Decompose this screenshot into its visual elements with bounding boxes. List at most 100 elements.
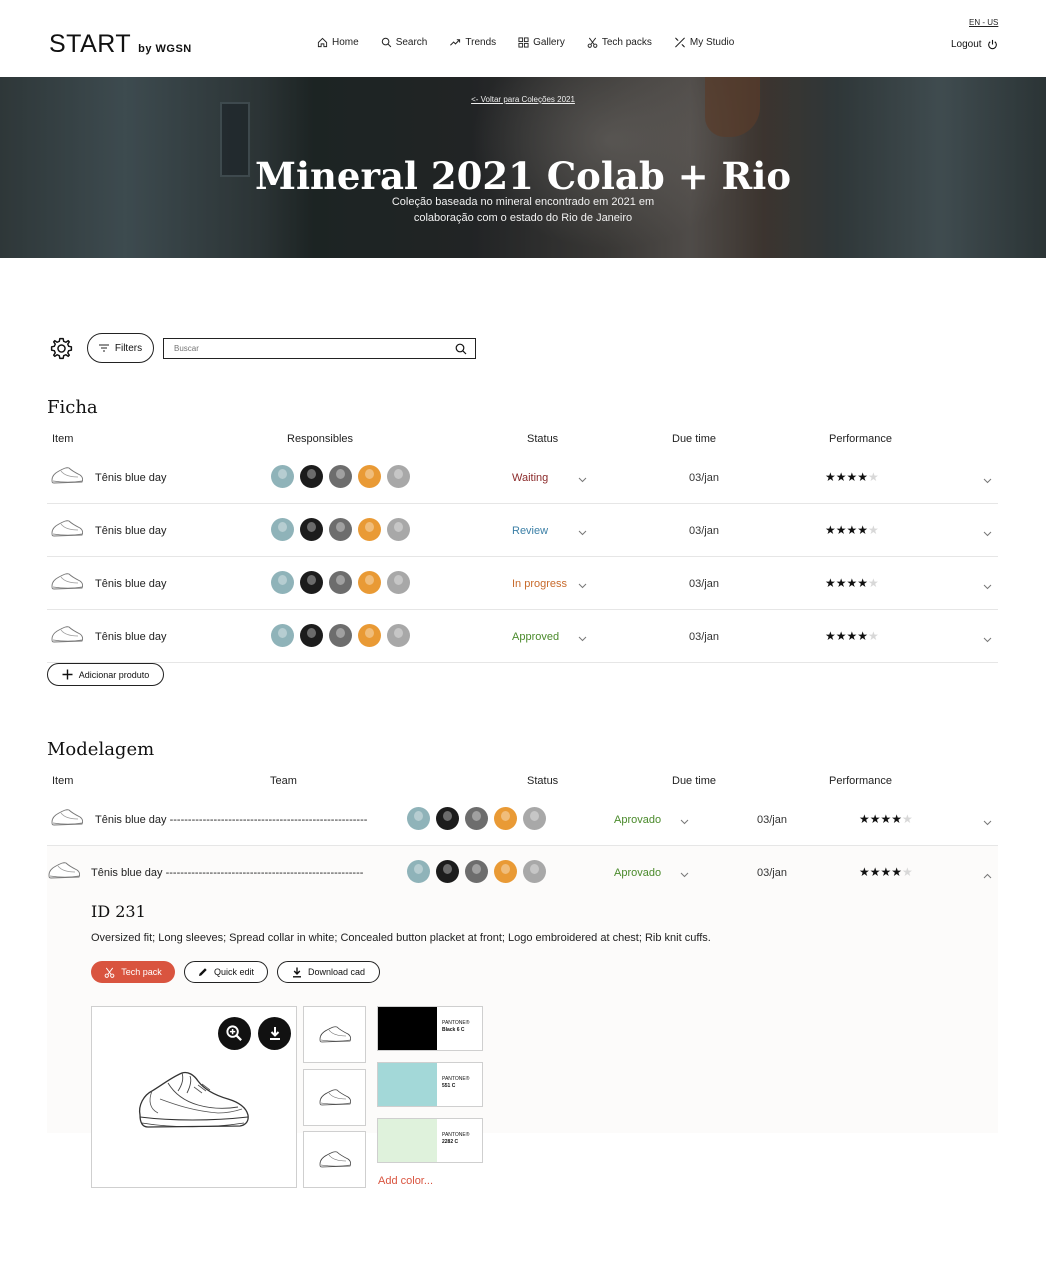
performance-rating[interactable]: ★★★★★	[825, 523, 879, 537]
avatar[interactable]	[329, 571, 352, 594]
zoom-in-button[interactable]	[218, 1017, 251, 1050]
avatar[interactable]	[271, 624, 294, 647]
avatar[interactable]	[358, 518, 381, 541]
avatar[interactable]	[358, 571, 381, 594]
status-dropdown[interactable]	[578, 470, 587, 488]
performance-rating[interactable]: ★★★★★	[859, 865, 913, 879]
tech-pack-button[interactable]: Tech pack	[91, 961, 175, 983]
add-product-button[interactable]: Adicionar produto	[47, 663, 164, 686]
assignee-avatars	[271, 624, 410, 647]
avatar[interactable]	[271, 518, 294, 541]
table-row[interactable]: Tênis blue day Approved 03/jan ★★★★★	[47, 610, 998, 663]
avatar[interactable]	[436, 807, 459, 830]
avatar[interactable]	[358, 624, 381, 647]
product-thumbnail-3[interactable]	[303, 1131, 366, 1188]
avatar[interactable]	[523, 860, 546, 883]
chevron-up-icon[interactable]	[983, 873, 992, 879]
status-dropdown[interactable]	[680, 865, 689, 883]
nav-tech-packs[interactable]: Tech packs	[587, 37, 652, 48]
avatar[interactable]	[387, 518, 410, 541]
avatar[interactable]	[271, 571, 294, 594]
download-cad-button[interactable]: Download cad	[277, 961, 380, 983]
chevron-down-icon[interactable]	[983, 820, 992, 826]
chevron-down-icon[interactable]	[578, 477, 587, 483]
table-row[interactable]: Tênis blue day -------------------------…	[47, 846, 998, 899]
avatar[interactable]	[329, 465, 352, 488]
nav-search[interactable]: Search	[381, 37, 427, 48]
chevron-down-icon[interactable]	[578, 636, 587, 642]
performance-rating[interactable]: ★★★★★	[859, 812, 913, 826]
chevron-down-icon[interactable]	[983, 584, 992, 590]
expand-row-toggle[interactable]	[983, 577, 992, 595]
nav-home[interactable]: Home	[317, 37, 359, 48]
avatar[interactable]	[300, 465, 323, 488]
performance-rating[interactable]: ★★★★★	[825, 470, 879, 484]
nav-my-studio[interactable]: My Studio	[674, 37, 734, 48]
brand-logo[interactable]: START by WGSN	[49, 30, 192, 59]
avatar[interactable]	[329, 518, 352, 541]
expand-row-toggle[interactable]	[983, 471, 992, 489]
color-swatch[interactable]: PANTONE® 2282 C	[377, 1118, 483, 1163]
logout-button[interactable]: Logout	[951, 39, 998, 50]
avatar[interactable]	[271, 465, 294, 488]
chevron-down-icon[interactable]	[578, 583, 587, 589]
chevron-down-icon[interactable]	[680, 819, 689, 825]
chevron-down-icon[interactable]	[983, 531, 992, 537]
avatar[interactable]	[358, 465, 381, 488]
status-dropdown[interactable]	[578, 629, 587, 647]
table-row[interactable]: Tênis blue day -------------------------…	[47, 793, 998, 846]
search-input[interactable]	[174, 344, 455, 353]
product-thumbnail-2[interactable]	[303, 1069, 366, 1126]
add-product-label: Adicionar produto	[78, 669, 150, 680]
avatar[interactable]	[436, 860, 459, 883]
add-color-link[interactable]: Add color...	[378, 1175, 433, 1187]
chevron-down-icon[interactable]	[983, 478, 992, 484]
avatar[interactable]	[465, 860, 488, 883]
color-swatch[interactable]: PANTONE® Black 6 C	[377, 1006, 483, 1051]
avatar[interactable]	[387, 465, 410, 488]
chevron-down-icon[interactable]	[578, 530, 587, 536]
language-selector[interactable]: EN - US	[969, 18, 998, 27]
avatar[interactable]	[465, 807, 488, 830]
avatar[interactable]	[494, 860, 517, 883]
color-swatch[interactable]: PANTONE® 551 C	[377, 1062, 483, 1107]
table-row[interactable]: Tênis blue day Waiting 03/jan ★★★★★	[47, 451, 998, 504]
status-dropdown[interactable]	[578, 523, 587, 541]
avatar[interactable]	[300, 624, 323, 647]
avatar[interactable]	[407, 807, 430, 830]
status-dropdown[interactable]	[578, 576, 587, 594]
avatar[interactable]	[387, 571, 410, 594]
expand-row-toggle[interactable]	[983, 813, 992, 831]
avatar[interactable]	[329, 624, 352, 647]
chevron-down-icon[interactable]	[983, 637, 992, 643]
quick-edit-button[interactable]: Quick edit	[184, 961, 268, 983]
nav-gallery[interactable]: Gallery	[518, 37, 565, 48]
search-icon[interactable]	[455, 343, 467, 355]
nav-trends[interactable]: Trends	[449, 37, 496, 48]
product-thumbnail-1[interactable]	[303, 1006, 366, 1063]
top-navigation-bar: START by WGSN Home Search Trends Gallery…	[0, 0, 1046, 77]
performance-rating[interactable]: ★★★★★	[825, 629, 879, 643]
table-row[interactable]: Tênis blue day In progress 03/jan ★★★★★	[47, 557, 998, 610]
download-icon	[292, 967, 301, 977]
table-row[interactable]: Tênis blue day Review 03/jan ★★★★★	[47, 504, 998, 557]
chevron-down-icon[interactable]	[680, 872, 689, 878]
expand-row-toggle[interactable]	[983, 524, 992, 542]
back-to-collections-link[interactable]: <- Voltar para Coleções 2021	[0, 95, 1046, 104]
avatar[interactable]	[494, 807, 517, 830]
performance-rating[interactable]: ★★★★★	[825, 576, 879, 590]
avatar[interactable]	[300, 518, 323, 541]
status-dropdown[interactable]	[680, 812, 689, 830]
settings-gear-icon[interactable]	[49, 336, 74, 361]
download-image-button[interactable]	[258, 1017, 291, 1050]
product-name: Tênis blue day	[95, 578, 167, 590]
product-main-image[interactable]	[91, 1006, 297, 1188]
download-cad-label: Download cad	[307, 967, 366, 977]
avatar[interactable]	[523, 807, 546, 830]
avatar[interactable]	[300, 571, 323, 594]
expand-row-toggle[interactable]	[983, 630, 992, 648]
expand-row-toggle[interactable]	[983, 866, 992, 884]
filters-button[interactable]: Filters	[87, 333, 154, 363]
avatar[interactable]	[387, 624, 410, 647]
avatar[interactable]	[407, 860, 430, 883]
